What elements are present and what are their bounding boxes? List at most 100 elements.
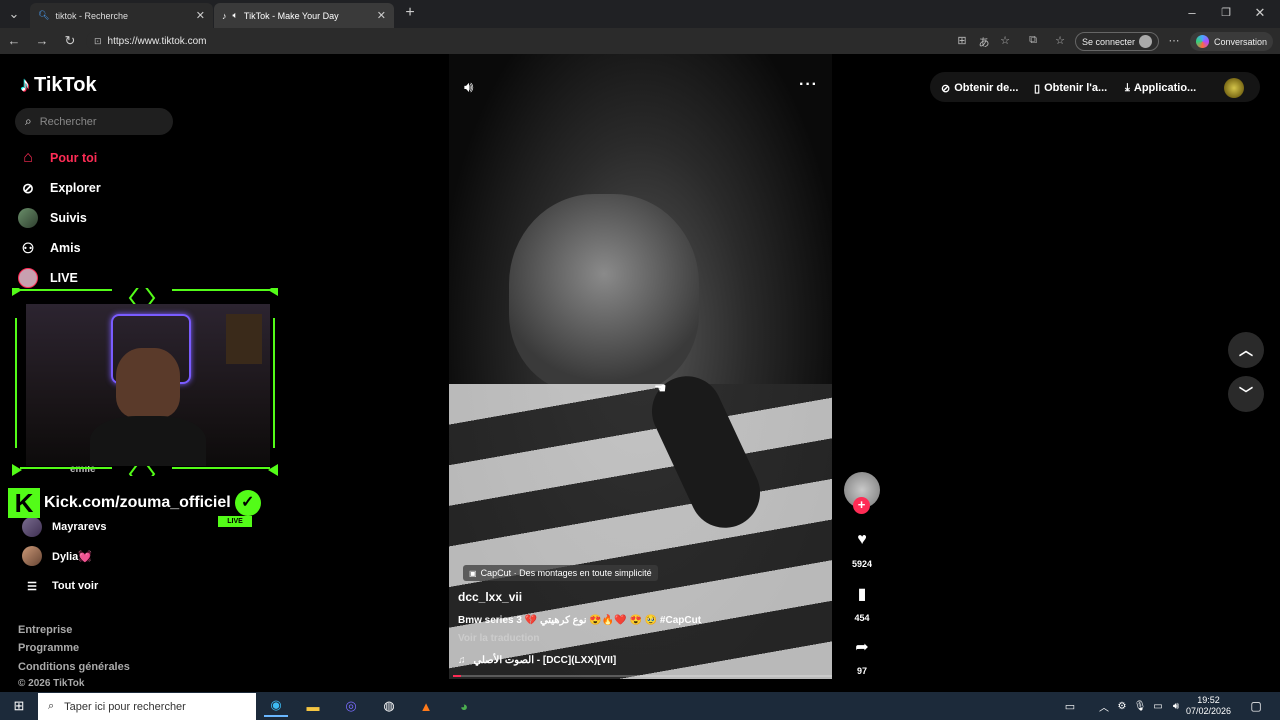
get-app-button[interactable]: ▯ Obtenir l'a...	[1034, 77, 1107, 99]
address-bar: ← → ↻ ⊡ https://www.tiktok.com ⊞ あ ☆ ⧉ ☆…	[0, 28, 1280, 54]
chrome-icon[interactable]: ◕	[452, 695, 476, 717]
video-author[interactable]: dcc_lxx_vii	[458, 590, 522, 604]
nav-friends[interactable]: ⚇ Amis	[18, 235, 81, 261]
windows-taskbar: ⊞ ⌕ Taper ici pour rechercher ◉ ▬ ◎ ◍ ▲ …	[0, 692, 1280, 720]
edge-icon[interactable]: ◉	[264, 695, 288, 717]
account-item[interactable]: Mayrarevs	[22, 516, 106, 538]
live-icon	[18, 268, 38, 288]
nav-label: Explorer	[50, 181, 101, 195]
see-translation-link[interactable]: Voir la traduction	[458, 633, 540, 644]
footer-link[interactable]: Conditions générales	[18, 661, 130, 673]
footer-link[interactable]: Entreprise	[18, 624, 72, 636]
like-button[interactable]: ♥ 5924	[844, 522, 880, 569]
following-avatar	[18, 208, 38, 228]
video-music[interactable]: ♫ الصوت الأصلي - [DCC](LXX)[VII]	[458, 655, 616, 666]
favorites-icon[interactable]: ☆	[1053, 34, 1067, 47]
download-app-button[interactable]: ⤓ Applicatio...	[1125, 77, 1196, 99]
reader-icon[interactable]: ⊞	[955, 34, 969, 47]
more-options-icon[interactable]: ···	[799, 76, 818, 94]
nav-for-you[interactable]: ⌂ Pour toi	[18, 145, 97, 171]
copilot-conversation-button[interactable]: Conversation	[1190, 32, 1274, 51]
search-placeholder: Rechercher	[39, 115, 97, 128]
close-icon[interactable]: ✕	[377, 9, 386, 22]
favorite-star-icon[interactable]: ☆	[998, 34, 1012, 47]
avatar	[22, 517, 42, 537]
minimize-icon[interactable]: –	[1184, 5, 1200, 21]
capcut-label: CapCut · Des montages en toute simplicit…	[480, 568, 652, 578]
forward-icon[interactable]: →	[34, 33, 50, 49]
video-progress-bar[interactable]	[453, 675, 832, 677]
nav-following[interactable]: Suivis	[18, 205, 87, 231]
back-icon[interactable]: ←	[6, 33, 22, 49]
extensions-icon[interactable]: ⧉	[1026, 34, 1040, 47]
url-field[interactable]: ⊡ https://www.tiktok.com	[86, 31, 1086, 51]
tab-title: TikTok - Make Your Day	[243, 10, 339, 21]
windows-start-icon[interactable]: ⊞	[7, 695, 31, 717]
new-tab-icon[interactable]: +	[402, 5, 418, 21]
chevron-down-icon: ﹀	[1239, 386, 1253, 402]
discord-icon[interactable]: ◎	[339, 695, 363, 717]
home-icon: ⌂	[23, 149, 33, 166]
window-close-icon[interactable]: ✕	[1252, 5, 1268, 21]
kick-handle: Kick.com/zouma_officiel	[44, 494, 231, 511]
lock-icon: ⊡	[94, 35, 102, 46]
volume-icon[interactable]: 🔊︎	[1164, 695, 1188, 717]
tiktok-note-icon: ♪	[20, 74, 30, 96]
nav-label: Pour toi	[50, 151, 98, 165]
footer-link[interactable]: Programme	[18, 642, 79, 654]
volume-icon[interactable]: 🔊︎	[464, 79, 473, 96]
tab-tiktok[interactable]: ♪ 🔈︎ TikTok - Make Your Day ✕	[214, 3, 394, 28]
music-note-icon: ♫	[458, 655, 466, 666]
nav-explore[interactable]: ⊘ Explorer	[18, 175, 101, 201]
get-coins-button[interactable]: ⊘ Obtenir de...	[941, 77, 1018, 99]
chevron-up-icon: ︿	[1239, 342, 1253, 358]
notifications-icon[interactable]: ▢	[1244, 695, 1268, 717]
follow-plus-icon[interactable]: +	[853, 497, 870, 514]
tab-search[interactable]: 🔍︎ tiktok - Recherche ✕	[30, 3, 213, 28]
avatar	[22, 546, 42, 566]
nav-label: Amis	[50, 241, 81, 255]
tiktok-logo[interactable]: ♪ TikTok	[20, 74, 97, 97]
app-icon[interactable]: ▲	[414, 695, 438, 717]
system-clock[interactable]: 19:52 07/02/2026	[1186, 695, 1231, 717]
search-icon: ⌕	[48, 700, 55, 712]
account-item[interactable]: Dylia💓	[22, 545, 92, 567]
list-icon: ☰	[27, 580, 37, 593]
video-player[interactable]: ☚	[449, 54, 832, 679]
close-icon[interactable]: ✕	[196, 9, 205, 22]
coin-icon: ⊘	[941, 82, 951, 95]
progress-fill	[453, 675, 461, 677]
reload-icon[interactable]: ↻	[62, 33, 78, 49]
stream-webcam-overlay	[12, 288, 280, 476]
profile-icon	[1139, 35, 1153, 48]
friends-icon: ⚇	[21, 239, 35, 256]
previous-video-button[interactable]: ︿	[1228, 332, 1264, 368]
share-button[interactable]: ➦ 97	[844, 629, 880, 676]
keyboard-icon[interactable]: ▭	[1058, 695, 1082, 717]
capcut-tag[interactable]: ▣ CapCut · Des montages en toute simplic…	[463, 565, 658, 581]
settings-more-icon[interactable]: ⋯	[1167, 34, 1181, 47]
see-all-link[interactable]: ☰ Tout voir	[22, 575, 98, 597]
user-avatar[interactable]	[1224, 78, 1244, 98]
tiktok-favicon-icon: ♪	[222, 10, 227, 21]
obs-icon[interactable]: ◍	[377, 695, 401, 717]
signin-button[interactable]: Se connecter	[1075, 32, 1160, 51]
next-video-button[interactable]: ﹀	[1228, 376, 1264, 412]
search-input[interactable]: ⌕ Rechercher	[15, 108, 173, 135]
cursor-hand-icon: ☚	[654, 380, 667, 396]
save-count: 454	[854, 613, 870, 623]
maximize-icon[interactable]: ❐	[1218, 5, 1234, 21]
tab-list-icon[interactable]: ⌄	[6, 6, 22, 22]
live-badge: LIVE	[218, 516, 252, 527]
taskbar-search[interactable]: ⌕ Taper ici pour rechercher	[38, 693, 256, 720]
clock-time: 19:52	[1197, 695, 1220, 705]
kick-logo-icon: K	[8, 488, 40, 518]
streamer-head	[116, 348, 180, 418]
file-explorer-icon[interactable]: ▬	[301, 695, 325, 717]
save-button[interactable]: ▮ 454	[844, 576, 880, 623]
url-text: https://www.tiktok.com	[107, 35, 207, 47]
speaker-icon[interactable]: 🔈︎	[233, 10, 238, 21]
translate-icon[interactable]: あ	[977, 34, 991, 50]
see-all-label: Tout voir	[52, 580, 99, 592]
app-label: Obtenir l'a...	[1044, 82, 1108, 94]
